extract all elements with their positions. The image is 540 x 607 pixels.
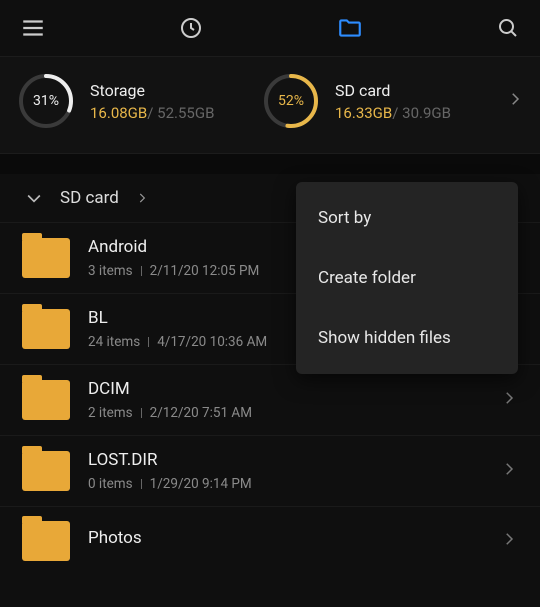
folder-meta: 2 items2/12/20 7:51 AM <box>88 405 482 421</box>
storage-percent-internal: 31% <box>16 71 76 131</box>
chevron-down-icon[interactable] <box>24 188 44 208</box>
folder-tab-icon[interactable] <box>337 15 363 41</box>
menu-show-hidden[interactable]: Show hidden files <box>296 308 518 368</box>
storage-size-sd: 16.33GB/ 30.9GB <box>335 104 451 122</box>
list-item[interactable]: Photos <box>0 507 540 575</box>
list-item[interactable]: DCIM 2 items2/12/20 7:51 AM <box>0 365 540 436</box>
storage-panel: 31% Storage 16.08GB/ 52.55GB 52% SD card… <box>0 56 540 154</box>
top-bar <box>0 0 540 56</box>
storage-card-sd[interactable]: 52% SD card 16.33GB/ 30.9GB <box>261 71 496 131</box>
storage-size-internal: 16.08GB/ 52.55GB <box>90 104 214 122</box>
search-icon[interactable] <box>496 16 520 40</box>
storage-label-sd: SD card <box>335 81 451 100</box>
folder-name: LOST.DIR <box>88 450 482 470</box>
storage-expand-icon[interactable] <box>506 90 524 112</box>
menu-sort-by[interactable]: Sort by <box>296 188 518 248</box>
chevron-right-icon <box>500 530 518 552</box>
storage-card-internal[interactable]: 31% Storage 16.08GB/ 52.55GB <box>16 71 251 131</box>
storage-ring-sd: 52% <box>261 71 321 131</box>
folder-icon <box>22 521 70 561</box>
recent-icon[interactable] <box>179 16 203 40</box>
folder-icon <box>22 238 70 278</box>
folder-icon <box>22 451 70 491</box>
chevron-right-icon <box>500 460 518 482</box>
storage-label-internal: Storage <box>90 81 214 100</box>
breadcrumb-label: SD card <box>60 188 119 208</box>
menu-create-folder[interactable]: Create folder <box>296 248 518 308</box>
folder-meta: 0 items1/29/20 9:14 PM <box>88 476 482 492</box>
divider-strip <box>0 154 540 174</box>
folder-name: DCIM <box>88 379 482 399</box>
menu-icon[interactable] <box>20 15 46 41</box>
folder-icon <box>22 309 70 349</box>
context-menu: Sort by Create folder Show hidden files <box>296 182 518 374</box>
chevron-right-icon <box>135 191 149 205</box>
storage-percent-sd: 52% <box>261 71 321 131</box>
folder-name: Photos <box>88 528 482 548</box>
list-item[interactable]: LOST.DIR 0 items1/29/20 9:14 PM <box>0 436 540 507</box>
storage-ring-internal: 31% <box>16 71 76 131</box>
chevron-right-icon <box>500 389 518 411</box>
folder-icon <box>22 380 70 420</box>
